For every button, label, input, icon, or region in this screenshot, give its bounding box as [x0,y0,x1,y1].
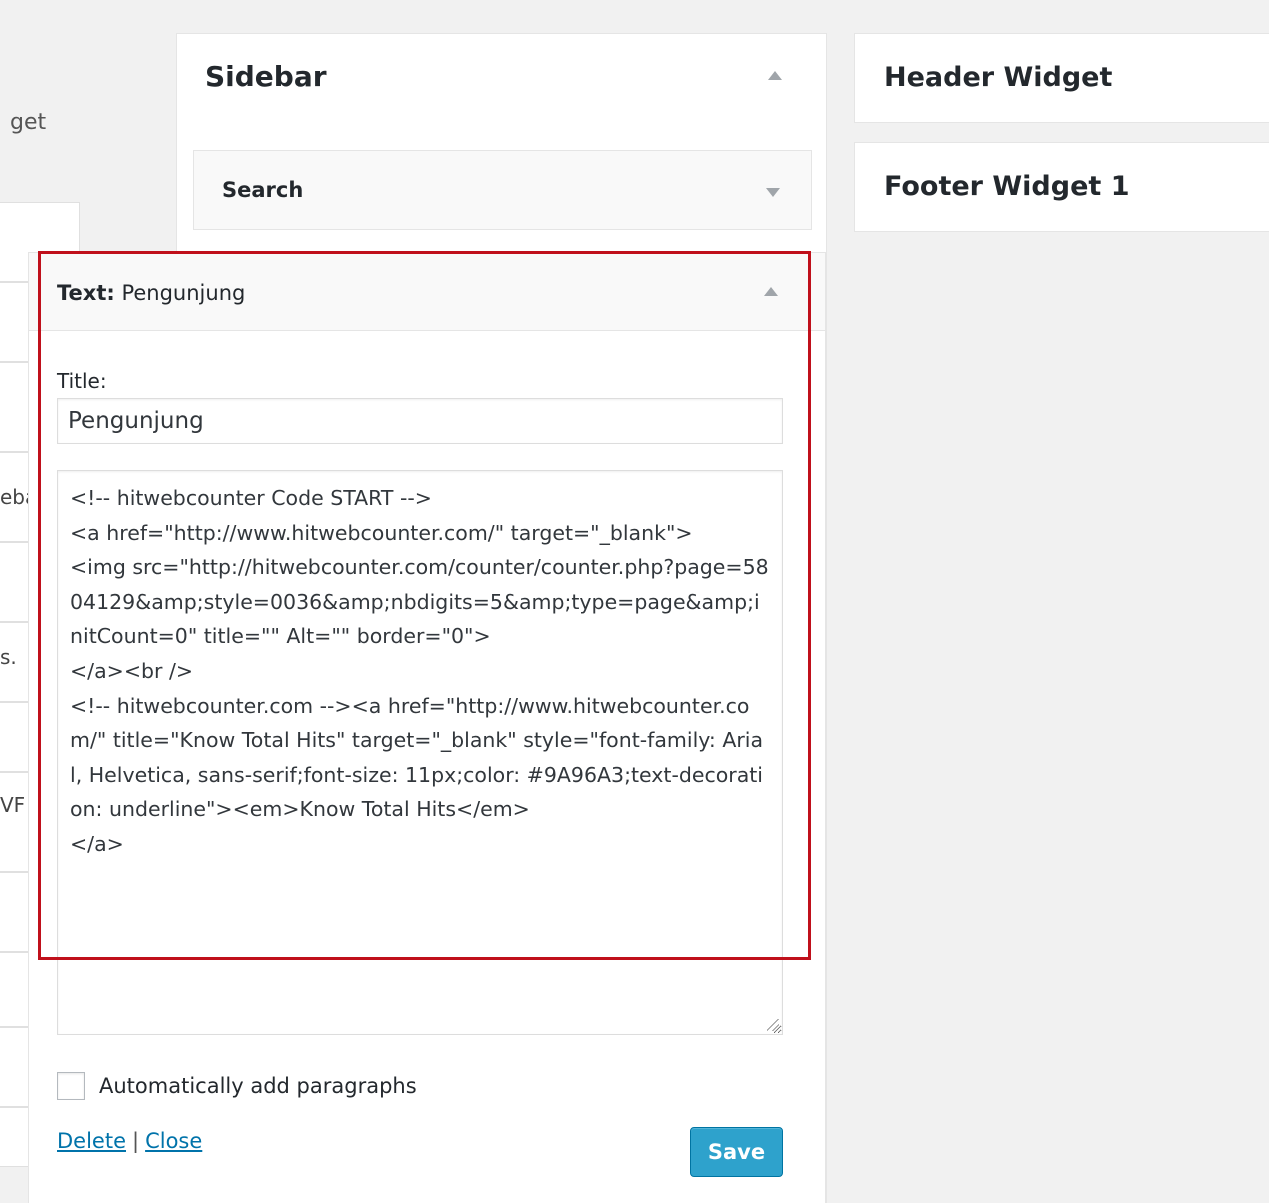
footer-widget-1-area[interactable]: Footer Widget 1 [854,142,1269,232]
resize-handle-icon[interactable] [767,1019,779,1031]
text-widget-title: Text: Pengunjung [57,281,245,305]
widget-type-label: Text: [57,281,115,305]
link-separator: | [132,1129,140,1153]
expand-arrow-icon[interactable] [766,188,780,197]
collapse-arrow-icon[interactable] [764,287,778,296]
search-widget[interactable]: Search [193,150,812,230]
auto-paragraphs-label[interactable]: Automatically add paragraphs [99,1074,417,1098]
widget-content-textarea[interactable]: <!-- hitwebcounter Code START --> <a hre… [57,470,783,1035]
available-widget-label-fragment: s. [0,645,17,669]
delete-link[interactable]: Delete [57,1129,126,1153]
close-link[interactable]: Close [145,1129,202,1153]
header-widget-area[interactable]: Header Widget [854,33,1269,123]
auto-paragraphs-option[interactable]: Automatically add paragraphs [57,1071,417,1101]
available-widget-label-fragment: VF [0,793,26,817]
widget-control-actions: Delete | Close [57,1129,202,1153]
available-widgets-label-fragment: get [10,110,47,135]
title-field-label: Title: [57,369,107,393]
text-widget: Text: Pengunjung Title: <!-- hitwebcount… [28,252,826,1203]
sidebar-title[interactable]: Sidebar [205,60,327,93]
footer-widget-1-title: Footer Widget 1 [884,171,1130,202]
title-input[interactable] [57,398,783,444]
widget-instance-name: Pengunjung [121,281,246,305]
header-widget-title: Header Widget [884,62,1113,93]
text-widget-header[interactable]: Text: Pengunjung [29,253,825,331]
save-button[interactable]: Save [690,1127,783,1177]
collapse-arrow-icon[interactable] [768,71,782,80]
auto-paragraphs-checkbox[interactable] [57,1072,85,1100]
search-widget-title: Search [222,178,304,202]
